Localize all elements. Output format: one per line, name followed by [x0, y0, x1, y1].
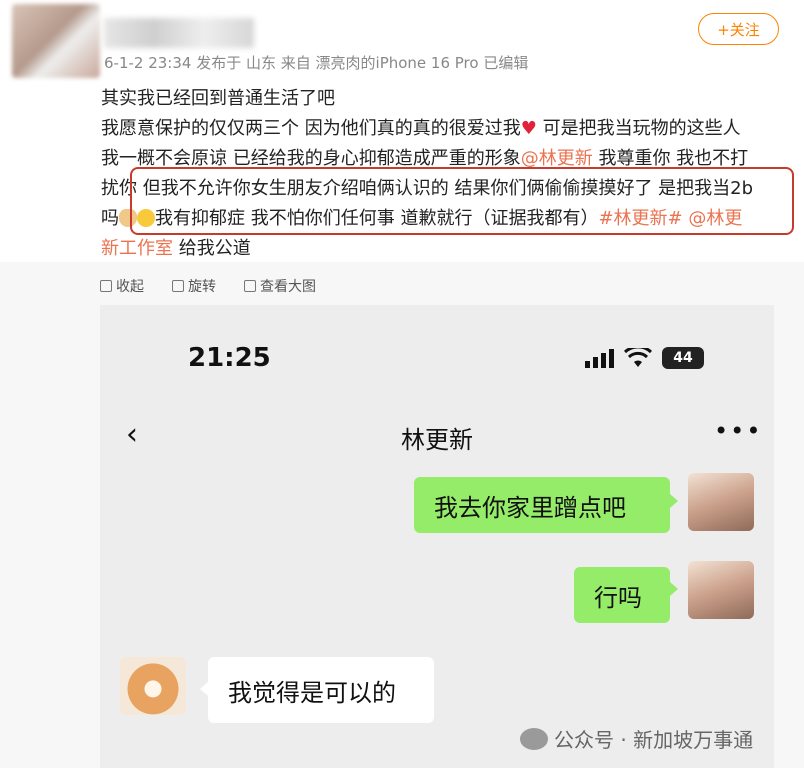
heart-icon: ♥ [520, 118, 537, 139]
battery-icon: 44 [662, 347, 704, 369]
chat-title: 林更新 [401, 426, 473, 454]
magnify-icon [244, 280, 256, 292]
avatar[interactable] [688, 561, 754, 619]
post-line: 我愿意保护的仅仅两三个 因为他们真的真的很爱过我♥ 可是把我当玩物的这些人 [101, 118, 741, 139]
post-header: 6-1-2 23:34 发布于 山东 来自 漂亮肉的iPhone 16 Pro … [0, 0, 804, 80]
mention-link[interactable]: 新工作室 [101, 238, 173, 259]
watermark: 公众号 · 新加坡万事通 [520, 724, 753, 753]
more-icon[interactable]: ••• [714, 417, 762, 445]
post-line: 其实我已经回到普通生活了吧 [101, 88, 335, 109]
image-toolbar: 收起 旋转 查看大图 [100, 275, 316, 297]
avatar[interactable] [688, 473, 754, 531]
collapse-icon [100, 280, 112, 292]
mention-link[interactable]: @林更 [683, 208, 742, 229]
post-meta: 6-1-2 23:34 发布于 山东 来自 漂亮肉的iPhone 16 Pro … [104, 54, 529, 72]
status-time: 21:25 [188, 343, 271, 373]
wifi-icon [624, 348, 652, 367]
post-text: 其实我已经回到普通生活了吧 我愿意保护的仅仅两三个 因为他们真的真的很爱过我♥ … [101, 84, 791, 264]
follow-button[interactable]: +关注 [698, 13, 779, 45]
avatar[interactable] [120, 657, 186, 715]
rotate-icon [172, 280, 184, 292]
chat-screenshot[interactable]: 21:25 44 ‹ 林更新 ••• 我去你家里蹭点吧 行吗 我觉得是可以的 [100, 305, 774, 768]
signal-icon [585, 349, 614, 368]
chat-bubble: 行吗 [574, 567, 670, 623]
mention-link[interactable]: @林更新 [521, 148, 593, 169]
wechat-icon [520, 727, 548, 750]
post-line: 我一概不会原谅 已经给我的身心抑郁造成严重的形象@林更新 我尊重你 我也不打 [101, 148, 749, 169]
post-line: 新工作室 给我公道 [101, 238, 251, 259]
author-name-blurred[interactable] [104, 18, 254, 48]
post-line: 吗我有抑郁症 我不怕你们任何事 道歉就行（证据我都有）#林更新# @林更 [101, 208, 743, 229]
view-large-button[interactable]: 查看大图 [244, 275, 316, 297]
collapse-button[interactable]: 收起 [100, 275, 144, 297]
post-line: 扰你 但我不允许你女生朋友介绍咱俩认识的 结果你们俩偷偷摸摸好了 是把我当2b [101, 178, 754, 199]
chat-bubble: 我觉得是可以的 [208, 657, 434, 723]
chat-bubble: 我去你家里蹭点吧 [414, 477, 670, 533]
status-icons: 44 [584, 347, 704, 369]
hashtag-link[interactable]: #林更新# [598, 208, 682, 229]
pray-emoji-icon [119, 209, 137, 227]
rotate-button[interactable]: 旋转 [172, 275, 216, 297]
crying-emoji-icon [137, 209, 155, 227]
author-avatar[interactable] [12, 4, 100, 78]
